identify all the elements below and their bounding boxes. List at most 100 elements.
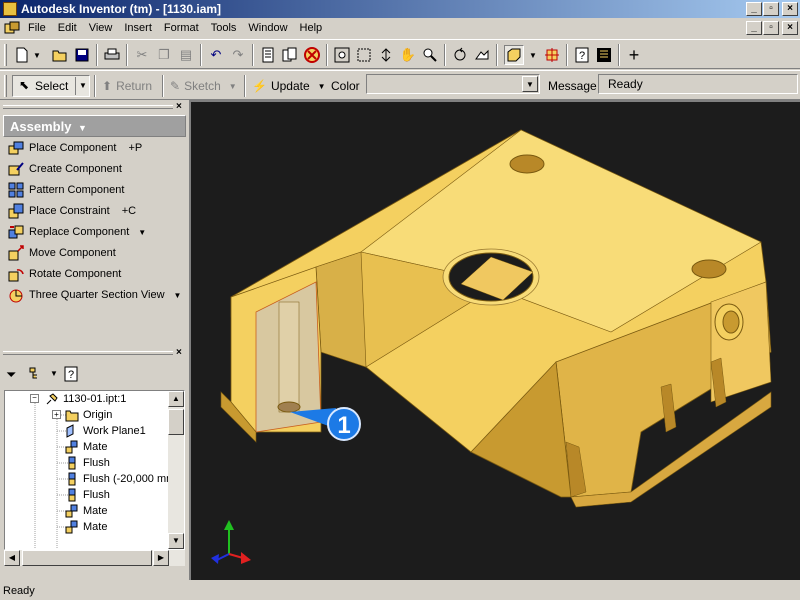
minimize-button[interactable]: _ <box>746 2 762 16</box>
tree-node-origin[interactable]: Origin <box>65 407 112 423</box>
sketch-icon: ✎ <box>170 79 181 93</box>
global-update-icon[interactable] <box>280 45 300 65</box>
tree-node-constraint[interactable]: Mate <box>65 519 107 535</box>
local-update-icon[interactable] <box>258 45 278 65</box>
zoom-icon[interactable] <box>376 45 396 65</box>
tree-node-constraint[interactable]: Mate <box>65 439 107 455</box>
cmd-label: Pattern Component <box>29 184 125 196</box>
maximize-button[interactable]: ▫ <box>763 2 779 16</box>
browser-close-icon[interactable]: × <box>176 347 182 358</box>
zoom-window-icon[interactable] <box>354 45 374 65</box>
cmd-pattern-component[interactable]: Pattern Component <box>8 180 124 200</box>
save-icon[interactable] <box>72 45 92 65</box>
hscroll-thumb[interactable] <box>22 550 152 566</box>
menu-insert[interactable]: Insert <box>118 22 158 34</box>
tree-node-constraint[interactable]: Flush <box>65 487 110 503</box>
cmd-create-component[interactable]: Create Component <box>8 159 122 179</box>
menu-window[interactable]: Window <box>242 22 293 34</box>
zoom-all-icon[interactable] <box>332 45 352 65</box>
doc-minimize-button[interactable]: _ <box>746 21 762 35</box>
scroll-down-icon[interactable]: ▼ <box>168 533 184 549</box>
update-dropdown-icon[interactable]: ▼ <box>318 82 326 91</box>
zoom-selected-icon[interactable] <box>420 45 440 65</box>
cmd-rotate-component[interactable]: Rotate Component <box>8 264 121 284</box>
browser-grip[interactable] <box>3 351 173 355</box>
tree-node-constraint[interactable]: Flush <box>65 455 110 471</box>
filter-icon[interactable]: ⏷ <box>6 367 16 383</box>
assembly-panel-header[interactable]: Assembly ▼ <box>3 115 186 137</box>
tree-node-part[interactable]: 1130-01.ipt:1 <box>45 391 126 407</box>
doc-restore-button[interactable]: ▫ <box>763 21 779 35</box>
sketch-button[interactable]: ✎ Sketch ▼ <box>170 77 237 95</box>
redo-icon[interactable]: ↷ <box>228 45 248 65</box>
section-view-icon <box>9 289 23 303</box>
section-view-dropdown-icon[interactable]: ▼ <box>174 291 182 300</box>
undo-icon[interactable]: ↶ <box>206 45 226 65</box>
close-button[interactable]: × <box>782 2 798 16</box>
scroll-thumb[interactable] <box>168 409 184 435</box>
update-button[interactable]: ⚡ Update ▼ <box>252 77 326 95</box>
pan-icon[interactable]: ✋ <box>398 45 418 65</box>
scroll-left-icon[interactable]: ◀ <box>4 550 20 566</box>
open-icon[interactable] <box>50 45 70 65</box>
look-at-icon[interactable] <box>472 45 492 65</box>
browser-view-icon[interactable] <box>28 366 44 385</box>
title-bar: Autodesk Inventor (tm) - [1130.iam] _ ▫ … <box>0 0 800 18</box>
tree-collapse-toggle[interactable]: − <box>30 394 39 403</box>
cut-icon[interactable]: ✂ <box>132 45 152 65</box>
color-dropdown-icon[interactable]: ▼ <box>522 76 538 92</box>
panel-close-icon[interactable]: × <box>176 101 182 112</box>
scroll-up-icon[interactable]: ▲ <box>168 391 184 407</box>
tree-node-label: Flush <box>83 457 110 469</box>
replace-component-icon <box>8 225 24 239</box>
browser-view-dropdown-icon[interactable]: ▼ <box>50 369 58 378</box>
doc-close-button[interactable]: × <box>782 21 798 35</box>
sketch-dropdown-icon[interactable]: ▼ <box>229 82 237 91</box>
new-icon[interactable] <box>12 45 32 65</box>
cmd-move-component[interactable]: Move Component <box>8 243 116 263</box>
tree-node-workplane[interactable]: Work Plane1 <box>65 423 146 439</box>
tree-vertical-scrollbar[interactable]: ▲ ▼ <box>168 391 184 549</box>
select-priority-icon[interactable] <box>302 45 322 65</box>
rotate-icon[interactable] <box>450 45 470 65</box>
menu-format[interactable]: Format <box>158 22 205 34</box>
parameters-icon[interactable] <box>594 45 614 65</box>
place-component-icon <box>8 141 24 155</box>
cmd-place-component[interactable]: Place Component +P <box>8 138 142 158</box>
menu-edit[interactable]: Edit <box>52 22 83 34</box>
assembly-model[interactable] <box>191 102 800 580</box>
print-icon[interactable] <box>102 45 122 65</box>
return-button[interactable]: ⬆ Return <box>102 77 152 95</box>
paste-icon[interactable]: ▤ <box>176 45 196 65</box>
select-button[interactable]: ⬉ Select ▼ <box>12 75 90 97</box>
shaded-display-icon[interactable] <box>504 45 524 65</box>
shadow-icon[interactable] <box>542 45 562 65</box>
place-constraint-icon <box>8 203 24 219</box>
display-dropdown-icon[interactable]: ▼ <box>528 45 538 65</box>
new-dropdown-icon[interactable]: ▼ <box>32 45 42 65</box>
update-lightning-icon: ⚡ <box>252 79 267 93</box>
cmd-place-constraint[interactable]: Place Constraint +C <box>8 201 136 221</box>
add-icon[interactable]: + <box>624 45 644 65</box>
graphics-viewport[interactable] <box>189 100 800 580</box>
tree-node-constraint[interactable]: Mate <box>65 503 107 519</box>
menu-file[interactable]: File <box>22 22 52 34</box>
copy-icon[interactable]: ❐ <box>154 45 174 65</box>
tree-expand-toggle[interactable]: + <box>52 410 61 419</box>
browser-help-icon[interactable]: ? <box>64 366 78 385</box>
replace-dropdown-icon[interactable]: ▼ <box>138 228 146 237</box>
menu-tools[interactable]: Tools <box>205 22 243 34</box>
cmd-section-view[interactable]: Three Quarter Section View ▼ <box>8 285 181 305</box>
help-icon[interactable]: ? <box>572 45 592 65</box>
tree-horizontal-scrollbar[interactable]: ◀ ▶ <box>4 550 185 566</box>
document-icon[interactable] <box>4 21 20 35</box>
menu-view[interactable]: View <box>83 22 119 34</box>
tree-node-constraint[interactable]: Flush (-20,000 mm) <box>65 471 179 487</box>
select-dropdown-icon[interactable]: ▼ <box>75 77 87 95</box>
cmd-shortcut: +C <box>121 205 137 217</box>
menu-help[interactable]: Help <box>294 22 329 34</box>
scroll-right-icon[interactable]: ▶ <box>153 550 169 566</box>
color-combo[interactable]: ▼ <box>366 74 540 94</box>
panel-grip[interactable] <box>3 105 173 109</box>
cmd-replace-component[interactable]: Replace Component ▼ <box>8 222 146 242</box>
